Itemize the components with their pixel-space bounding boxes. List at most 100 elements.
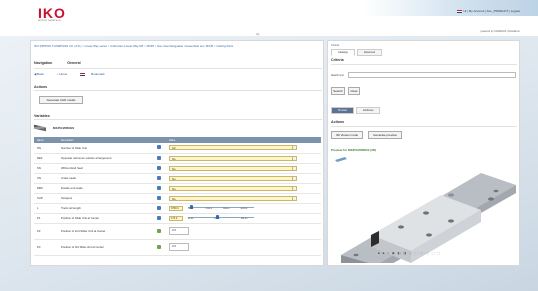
info-icon[interactable] <box>154 203 166 214</box>
divider <box>34 68 322 69</box>
tick-label: 100.0 <box>187 207 194 210</box>
divider <box>331 64 517 65</box>
tab-catalogs[interactable]: Catalogs <box>331 49 355 56</box>
3d-viewer-button[interactable]: 3D Viewer mode <box>331 131 363 139</box>
back-label: Back <box>37 72 44 76</box>
var-name: NN <box>34 143 58 154</box>
tab-navigation[interactable]: Navigation <box>34 61 52 65</box>
breadcrumb[interactable]: IKO (NIPPON THOMPSON CO.,LTD.) > Linear … <box>34 44 322 48</box>
value-cell: No <box>166 163 321 174</box>
value-cell: 174.0 40.00 116.0 198.00 <box>166 213 321 224</box>
table-row: P2 Position of 2nd Slider Unit at Center… <box>34 223 321 240</box>
info-icon[interactable] <box>154 153 166 164</box>
value-text: No <box>172 176 176 181</box>
value-cell: 3760.0 100.0 1240.0 2660.0 4000.0 <box>166 203 321 214</box>
tick-label: 40.00 <box>187 217 194 220</box>
home-link[interactable]: ⌂ Home <box>57 72 74 76</box>
3d-preview-viewport[interactable] <box>331 155 518 273</box>
table-row: NN Number of Slide Unit C2 <box>34 143 321 154</box>
criteria-link[interactable]: Criteria <box>331 44 339 47</box>
position-input[interactable]: 174.0 <box>169 215 183 221</box>
value-readonly: 0.0 <box>169 227 189 235</box>
divider <box>34 119 322 120</box>
tab-advanced[interactable]: Advanced <box>356 49 382 56</box>
part-header: MX35C2R60HS <box>34 124 74 132</box>
value-cell: C2 <box>166 143 321 154</box>
info-icon[interactable] <box>154 143 166 154</box>
var-desc: Number of Slide Unit <box>58 143 154 154</box>
search-input[interactable] <box>348 72 516 78</box>
info-icon-glyph <box>157 165 161 170</box>
tab-attributes[interactable]: Attributes <box>355 107 381 114</box>
table-row: P3 Position of 3rd Slide Unit at Center … <box>34 239 321 256</box>
value-cell: No <box>166 153 321 164</box>
chevron-down-icon <box>292 146 296 150</box>
slider-ticks: 40.00 116.0 198.00 <box>188 218 254 220</box>
generate-preview-button[interactable]: Generate preview <box>368 131 402 139</box>
bookmark-label: Bookmark <box>91 72 105 76</box>
value-cell: No <box>166 193 321 204</box>
info-icon[interactable] <box>154 193 166 204</box>
lock-icon <box>154 223 166 240</box>
info-icon-glyph <box>157 155 161 160</box>
table-row: UN Under seals No <box>34 173 321 184</box>
user-links[interactable]: Hi | My Account | ALL_PRODUCT | Logout <box>464 9 520 13</box>
info-icon[interactable] <box>154 213 166 224</box>
var-desc: Position of 2nd Slider Unit at Center <box>58 223 154 240</box>
tick-label: 198.00 <box>240 217 248 220</box>
value-select[interactable]: C2 <box>169 145 297 151</box>
clear-button[interactable]: Clear <box>348 87 360 95</box>
powered-by-text: powered by CADENAS | Disclaimer <box>480 30 520 33</box>
side-panel: Criteria Catalogs Advanced Criteria Sear… <box>327 40 520 273</box>
header-background-image <box>363 0 538 16</box>
var-name: P1 <box>34 213 58 224</box>
tab-preview[interactable]: Preview <box>331 107 354 114</box>
user-menu[interactable]: Hi | My Account | ALL_PRODUCT | Logout <box>456 9 520 13</box>
search-label: Search text <box>331 74 344 77</box>
iko-logo[interactable]: IKO NIPPON THOMPSON <box>38 6 80 22</box>
right-actions-heading: Actions <box>331 120 345 124</box>
table-row: SN Without End Seal No <box>34 163 321 174</box>
value-select[interactable]: No <box>169 175 297 181</box>
var-desc: Scrapers <box>58 193 154 204</box>
var-name: DBS <box>34 183 58 194</box>
value-readonly: 0.0 <box>169 243 189 251</box>
var-name: P2 <box>34 223 58 240</box>
catalog-tabs: Catalogs Advanced <box>331 49 384 56</box>
var-desc: Opposite reference surface arrangement <box>58 153 154 164</box>
back-link[interactable]: ◀ Back <box>34 72 50 76</box>
chevron-down-icon <box>292 176 296 180</box>
var-desc: Under seals <box>58 173 154 184</box>
info-icon[interactable] <box>154 173 166 184</box>
length-slider[interactable]: 100.0 1240.0 2660.0 4000.0 <box>187 204 254 211</box>
home-label: Home <box>59 72 68 76</box>
value-select[interactable]: No <box>169 185 297 191</box>
var-name: SUP <box>34 193 58 204</box>
tab-general[interactable]: General <box>67 61 80 65</box>
value-select[interactable]: No <box>169 195 297 201</box>
generate-cad-button[interactable]: Generate CAD model <box>39 96 83 104</box>
slider-ticks: 100.0 1240.0 2660.0 4000.0 <box>188 208 254 210</box>
info-icon-glyph <box>157 175 161 180</box>
logo-text: IKO <box>38 5 66 21</box>
value-select[interactable]: No <box>169 165 297 171</box>
info-icon[interactable] <box>154 163 166 174</box>
length-input[interactable]: 3760.0 <box>169 205 183 211</box>
search-button[interactable]: Search <box>331 87 345 95</box>
table-row: SUP Scrapers No <box>34 193 321 204</box>
bookmark-link[interactable]: Bookmark <box>80 72 111 76</box>
table-row: P1 Position of Slide Unit at Center 174.… <box>34 213 321 224</box>
linear-guide-3d-image <box>335 157 516 273</box>
info-icon-glyph <box>157 185 161 190</box>
value-text: No <box>172 196 176 201</box>
var-desc: Track rail length <box>58 203 154 214</box>
value-select[interactable]: No <box>169 155 297 161</box>
tick-label: 116.0 <box>214 217 220 220</box>
info-icon-glyph <box>157 145 161 150</box>
top-link[interactable]: top <box>256 33 259 36</box>
var-name: L <box>34 203 58 214</box>
info-icon[interactable] <box>154 183 166 194</box>
position-slider[interactable]: 40.00 116.0 198.00 <box>187 214 254 221</box>
preview-tabs: Preview Attributes <box>331 107 382 114</box>
viewer-toolbar[interactable]: ■ ■ □ ▣ ◧ ◨ ⬚ ⬚ ⬚ ⬚ ⬚ ⬚ <box>378 251 441 255</box>
